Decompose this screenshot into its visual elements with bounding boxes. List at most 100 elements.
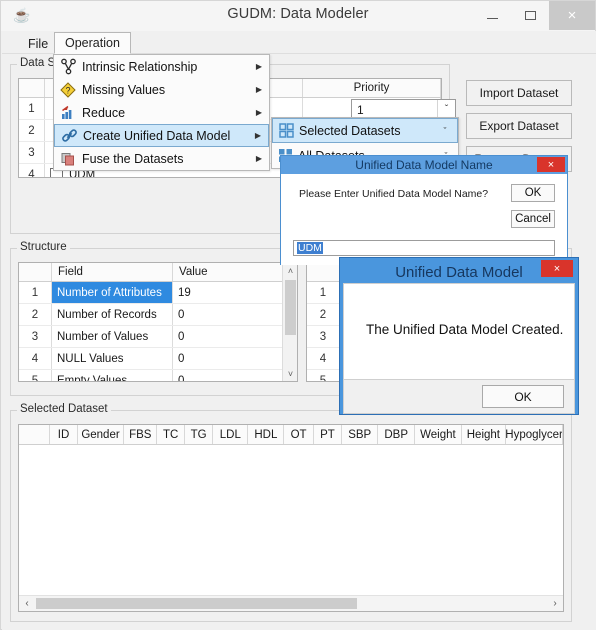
row-value: 0 <box>173 370 284 381</box>
udm-created-ok-button[interactable]: OK <box>482 385 564 408</box>
row-value: 0 <box>173 348 284 369</box>
col-hypoglycer[interactable]: Hypoglycer <box>506 425 563 444</box>
row-number: 3 <box>19 326 52 347</box>
row-field: Number of Records <box>52 304 173 325</box>
row-value: 0 <box>173 326 284 347</box>
col-value: Value <box>173 263 284 281</box>
col-height[interactable]: Height <box>461 425 507 444</box>
row-value: 19 <box>173 282 284 303</box>
table-row[interactable]: 4 NULL Values 0 <box>19 348 297 370</box>
row-number: 1 <box>19 282 52 303</box>
col-fbs[interactable]: FBS <box>124 425 158 444</box>
submenu-item-label: Selected Datasets <box>299 123 401 138</box>
structure-vertical-scrollbar[interactable]: ˄ ˅ <box>282 263 297 381</box>
udm-name-dialog-title: Unified Data Model Name <box>355 158 493 172</box>
row-field: Number of Attributes <box>52 282 173 303</box>
menu-item-label: Fuse the Datasets <box>82 151 184 166</box>
udm-name-ok-button[interactable]: OK <box>511 184 555 202</box>
row-number: 4 <box>307 348 340 369</box>
close-button[interactable]: × <box>549 1 595 30</box>
question-diamond-icon: ? <box>54 78 82 101</box>
udm-name-dialog-titlebar: Unified Data Model Name × <box>281 156 567 174</box>
client-area: Data Sources Priority 1 2 <box>2 54 596 630</box>
import-dataset-button[interactable]: Import Dataset <box>466 80 572 106</box>
col-pt[interactable]: PT <box>313 425 343 444</box>
col-hdl[interactable]: HDL <box>248 425 285 444</box>
col-ot[interactable]: OT <box>284 425 314 444</box>
col-field: Field <box>52 263 173 281</box>
selected-dataset-table[interactable]: ID Gender FBS TC TG LDL HDL OT PT SBP DB… <box>18 424 564 612</box>
col-tg[interactable]: TG <box>184 425 214 444</box>
submenu-item-selected-datasets[interactable]: Selected Datasets ˇ <box>272 118 458 143</box>
row-number: 2 <box>307 304 340 325</box>
col-rownum <box>307 263 340 281</box>
table-row[interactable]: 3 Number of Values 0 <box>19 326 297 348</box>
udm-created-dialog: Unified Data Model × The Unified Data Mo… <box>339 257 579 415</box>
scrollbar-thumb[interactable] <box>285 280 296 335</box>
menu-item-label: Missing Values <box>82 82 166 97</box>
svg-text:?: ? <box>65 85 70 95</box>
menu-item-intrinsic-relationship[interactable]: Intrinsic Relationship ▶ <box>54 55 269 78</box>
table-row[interactable]: 2 Number of Records 0 <box>19 304 297 326</box>
scroll-left-icon[interactable]: ‹ <box>19 596 35 611</box>
col-rownum <box>19 79 45 97</box>
udm-created-dialog-footer: OK <box>343 380 575 414</box>
scroll-right-icon[interactable]: › <box>547 596 563 611</box>
menu-item-fuse-the-datasets[interactable]: Fuse the Datasets ▶ <box>54 147 269 170</box>
minimize-button[interactable] <box>473 1 511 30</box>
close-icon[interactable]: × <box>537 157 565 172</box>
application-window: ☕ GUDM: Data Modeler × File Operation Da… <box>0 0 596 630</box>
udm-name-dialog-body: Please Enter Unified Data Model Name? OK… <box>281 174 567 265</box>
menu-item-label: Reduce <box>82 105 126 120</box>
selected-dataset-horizontal-scrollbar[interactable]: ‹ › <box>19 595 563 611</box>
row-number: 1 <box>19 98 45 119</box>
fuse-copy-icon <box>54 147 82 170</box>
menu-item-missing-values[interactable]: ? Missing Values ▶ <box>54 78 269 101</box>
window-controls: × <box>473 1 595 31</box>
title-bar: ☕ GUDM: Data Modeler × <box>1 1 595 31</box>
structure-table[interactable]: Field Value 1 Number of Attributes 19 2 … <box>18 262 298 382</box>
grid-squares-icon <box>273 118 299 143</box>
chevron-down-icon[interactable]: ˇ <box>433 126 457 136</box>
chevron-right-icon: ▶ <box>255 154 263 163</box>
row-field: Number of Values <box>52 326 173 347</box>
close-icon[interactable]: × <box>541 260 573 277</box>
udm-name-input[interactable]: UDM <box>293 240 555 256</box>
selected-dataset-label: Selected Dataset <box>17 403 111 415</box>
maximize-button[interactable] <box>511 1 549 30</box>
scroll-down-icon[interactable]: ˅ <box>283 366 297 381</box>
menu-item-reduce[interactable]: Reduce ▶ <box>54 101 269 124</box>
link-chain-icon <box>55 124 83 147</box>
col-sbp[interactable]: SBP <box>342 425 379 444</box>
udm-name-dialog: Unified Data Model Name × Please Enter U… <box>280 155 568 265</box>
col-tc[interactable]: TC <box>157 425 185 444</box>
row-number: 4 <box>19 348 52 369</box>
col-ldl[interactable]: LDL <box>213 425 249 444</box>
row-number: 4 <box>19 164 45 177</box>
udm-name-cancel-button[interactable]: Cancel <box>511 210 555 228</box>
table-row[interactable]: 1 Number of Attributes 19 <box>19 282 297 304</box>
udm-created-message: The Unified Data Model Created. <box>366 322 564 337</box>
col-id[interactable]: ID <box>50 425 78 444</box>
row-number: 3 <box>19 142 45 163</box>
table-row[interactable]: 5 Empty Values 0 <box>19 370 297 381</box>
scroll-up-icon[interactable]: ˄ <box>283 263 297 278</box>
row-number: 1 <box>307 282 340 303</box>
selected-dataset-header: ID Gender FBS TC TG LDL HDL OT PT SBP DB… <box>19 425 563 445</box>
chevron-right-icon: ▶ <box>254 131 262 140</box>
udm-name-input-value: UDM <box>297 242 323 254</box>
menu-item-create-unified-data-model[interactable]: Create Unified Data Model ▶ <box>54 124 269 147</box>
col-gender[interactable]: Gender <box>77 425 125 444</box>
menu-operation[interactable]: Operation <box>54 32 131 54</box>
structure-label: Structure <box>17 241 70 253</box>
row-field: NULL Values <box>52 348 173 369</box>
menu-file[interactable]: File <box>18 33 58 54</box>
col-weight[interactable]: Weight <box>415 425 462 444</box>
bar-chart-icon <box>54 101 82 124</box>
udm-created-dialog-body: The Unified Data Model Created. <box>343 283 575 380</box>
col-dbp[interactable]: DBP <box>378 425 416 444</box>
menu-bar: File Operation <box>2 31 596 54</box>
scrollbar-thumb[interactable] <box>36 598 357 609</box>
export-dataset-button[interactable]: Export Dataset <box>466 113 572 139</box>
chevron-right-icon: ▶ <box>255 108 263 117</box>
